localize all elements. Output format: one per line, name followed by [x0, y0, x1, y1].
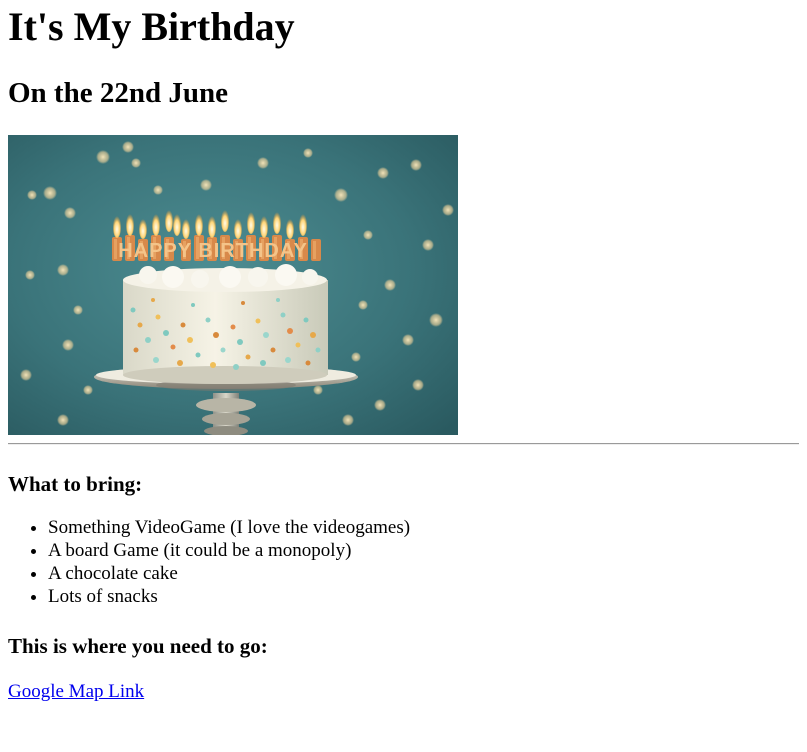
page-title: It's My Birthday: [8, 4, 295, 49]
where-heading: This is where you need to go:: [8, 634, 268, 658]
birthday-cake-image: HAPPY BIRTHDAY: [8, 135, 458, 435]
cake-body: [123, 264, 328, 384]
list-item: A board Game (it could be a monopoly): [48, 539, 799, 562]
list-item: A chocolate cake: [48, 562, 799, 585]
list-item: Something VideoGame (I love the videogam…: [48, 516, 799, 539]
page-subtitle: On the 22nd June: [8, 77, 228, 109]
google-map-link[interactable]: Google Map Link: [8, 680, 144, 703]
list-item: Lots of snacks: [48, 585, 799, 608]
candle-lettering: HAPPY BIRTHDAY: [118, 240, 308, 262]
bring-list: Something VideoGame (I love the videogam…: [8, 516, 799, 608]
divider: [8, 443, 799, 445]
cake-illustration: HAPPY BIRTHDAY: [8, 135, 458, 435]
bring-heading: What to bring:: [8, 472, 143, 496]
